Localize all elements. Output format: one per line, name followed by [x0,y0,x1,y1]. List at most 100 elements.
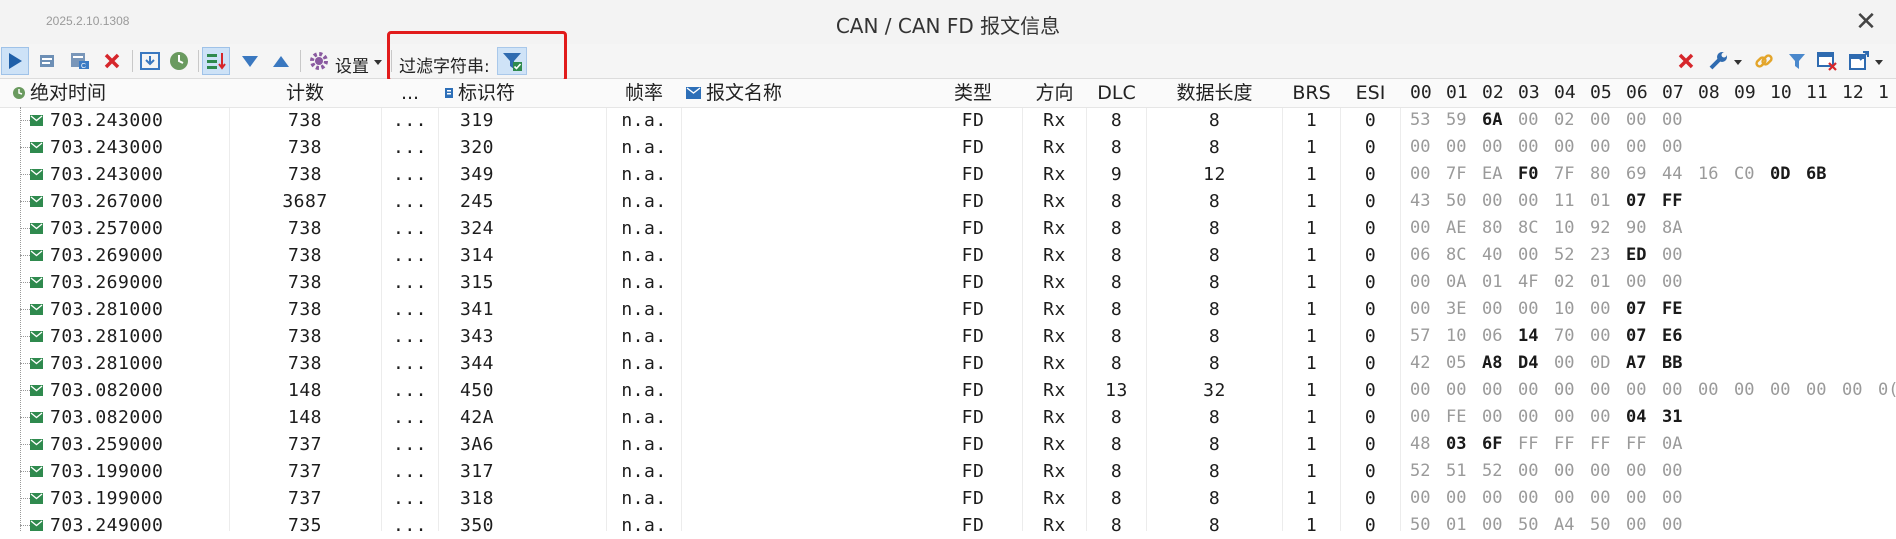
data-byte: 00 [1554,461,1575,481]
document-icon [40,55,54,67]
tools-button[interactable] [1704,47,1732,75]
cell-identifier: 318 [460,488,495,509]
previous-button[interactable] [267,47,295,75]
table-row[interactable]: 703.257000 738... 324 n.a. FD Rx 8 8 1 0 00 AE 80 8C 1… [0,215,1896,242]
cell-data-bytes: 00 FE 00 00 00 00 04 31 [1410,404,1698,431]
link-button[interactable] [1750,47,1778,75]
data-byte: 00 [1662,137,1683,157]
clear-button[interactable] [98,47,126,75]
filter-button[interactable] [497,47,527,75]
data-byte: 04 [1626,407,1647,427]
col-direction[interactable]: 方向 [1023,79,1086,107]
data-byte: C0 [1734,164,1755,184]
time-button[interactable] [165,47,193,75]
delete-filter-button[interactable] [1672,47,1700,75]
data-byte: 3E [1446,299,1467,319]
message-icon [30,277,43,288]
cell-direction: Rx [1043,164,1066,185]
data-byte: 4F [1518,272,1539,292]
col-msg-name[interactable]: 报文名称 [706,79,782,107]
cell-abs-time: 703.281000 [50,353,164,374]
table-row[interactable]: 703.199000 737... 318 n.a. FD Rx 8 8 1 0 00 00 00 00 0… [0,485,1896,512]
cell-msg-name [706,242,916,269]
col-data-bytes[interactable]: 00 01 02 03 04 05 06 07 08 09 10 11 12 1 [1410,79,1896,107]
window-layout-button[interactable] [1845,47,1873,75]
message-icon [30,250,43,261]
sort-button[interactable] [202,47,230,75]
col-dlc[interactable]: DLC [1087,79,1146,107]
col-frame-rate[interactable]: 帧率 [607,79,681,107]
cell-abs-time: 703.269000 [50,272,164,293]
tools-dropdown-arrow[interactable] [1734,60,1742,65]
data-byte: 00 [1482,299,1503,319]
data-byte: 8A [1662,218,1683,238]
table-row[interactable]: 703.281000 738... 344 n.a. FD Rx 8 8 1 0 42 05 A8 D4 0… [0,350,1896,377]
settings-label[interactable]: 设置 [335,52,369,77]
filter-settings-button[interactable] [1783,47,1811,75]
cell-abs-time: 703.281000 [50,326,164,347]
scroll-to-bottom-button[interactable] [136,47,164,75]
col-esi[interactable]: ESI [1341,79,1400,107]
cell-type: FD [961,137,985,158]
col-identifier[interactable]: 标识符 [458,79,515,107]
next-button[interactable] [236,47,264,75]
table-row[interactable]: 703.269000 738... 315 n.a. FD Rx 8 8 1 0 00 0A 01 4F 0… [0,269,1896,296]
cell-data-length: 8 [1208,326,1221,347]
table-row[interactable]: 703.082000 148... 42A n.a. FD Rx 8 8 1 0 00 FE 00 00 0… [0,404,1896,431]
cell-type: FD [961,434,985,455]
window-dropdown-arrow[interactable] [1875,60,1883,65]
copy-button[interactable] [33,47,61,75]
window-close-button[interactable]: ✕ [1852,8,1880,36]
toolbar-separator [132,50,133,72]
table-row[interactable]: 703.082000 148... 450 n.a. FD Rx 13 32 1 0 00 00 00 0… [0,377,1896,404]
cell-frame-rate: n.a. [621,326,667,347]
table-row[interactable]: 703.269000 738... 314 n.a. FD Rx 8 8 1 0 06 8C 40 00 5… [0,242,1896,269]
cell-dlc: 8 [1110,407,1123,428]
table-row[interactable]: 703.243000 738... 319 n.a. FD Rx 8 8 1 0 53 59 6A 00 0… [0,107,1896,134]
data-byte: 02 [1554,110,1575,130]
col-brs[interactable]: BRS [1283,79,1340,107]
table-row[interactable]: 703.199000 737... 317 n.a. FD Rx 8 8 1 0 52 51 52 00 0… [0,458,1896,485]
cell-type: FD [961,299,985,320]
cell-data-length: 32 [1203,380,1226,401]
cell-dlc: 8 [1110,191,1123,212]
table-row[interactable]: 703.243000 738... 320 n.a. FD Rx 8 8 1 0 00 00 00 00 0… [0,134,1896,161]
col-data-length[interactable]: 数据长度 [1147,79,1282,107]
run-button[interactable] [1,47,29,75]
table-row[interactable]: 703.267000 3687... 245 n.a. FD Rx 8 8 1 0 43 50 00 00… [0,188,1896,215]
cell-dlc: 8 [1110,218,1123,239]
settings-dropdown-arrow[interactable] [374,60,382,65]
data-byte: 52 [1554,245,1575,265]
cell-type: FD [961,191,985,212]
window-arrow-icon [1849,51,1869,70]
col-type[interactable]: 类型 [923,79,1023,107]
table-row[interactable]: 703.259000 737... 3A6 n.a. FD Rx 8 8 1 0 48 03 6F FF F… [0,431,1896,458]
table-row[interactable]: 703.249000 735... 350 n.a. FD Rx 8 8 1 0 50 01 00 50 A… [0,512,1896,539]
gear-icon [310,52,328,70]
cell-data-bytes: 00 3E 00 00 10 00 07 FE [1410,296,1698,323]
export-button[interactable]: C [66,47,94,75]
cell-type: FD [961,515,985,536]
col-abs-time[interactable]: 绝对时间 [30,79,106,107]
col-count[interactable]: 计数 [230,79,380,107]
byte-index-header: 01 [1446,82,1468,103]
data-byte: 01 [1590,272,1611,292]
data-byte: 00 [1590,407,1611,427]
data-byte: 06 [1482,326,1503,346]
cell-brs: 1 [1305,380,1318,401]
table-row[interactable]: 703.281000 738... 343 n.a. FD Rx 8 8 1 0 57 10 06 14 7… [0,323,1896,350]
table-row[interactable]: 703.243000 738... 349 n.a. FD Rx 9 12 1 0 00 7F EA F0… [0,161,1896,188]
message-icon [30,304,43,315]
cell-identifier: 319 [460,110,495,131]
data-byte: FF [1554,434,1575,454]
col-more[interactable]: ... [382,79,438,107]
settings-button[interactable] [305,47,333,75]
cell-esi: 0 [1364,191,1377,212]
cell-abs-time: 703.199000 [50,461,164,482]
data-byte: 00 [1662,461,1683,481]
table-row[interactable]: 703.281000 738... 341 n.a. FD Rx 8 8 1 0 00 3E 00 00 1… [0,296,1896,323]
window-options-button[interactable] [1813,47,1841,75]
cell-more: ... [392,245,427,266]
cell-brs: 1 [1305,299,1318,320]
cell-identifier: 315 [460,272,495,293]
